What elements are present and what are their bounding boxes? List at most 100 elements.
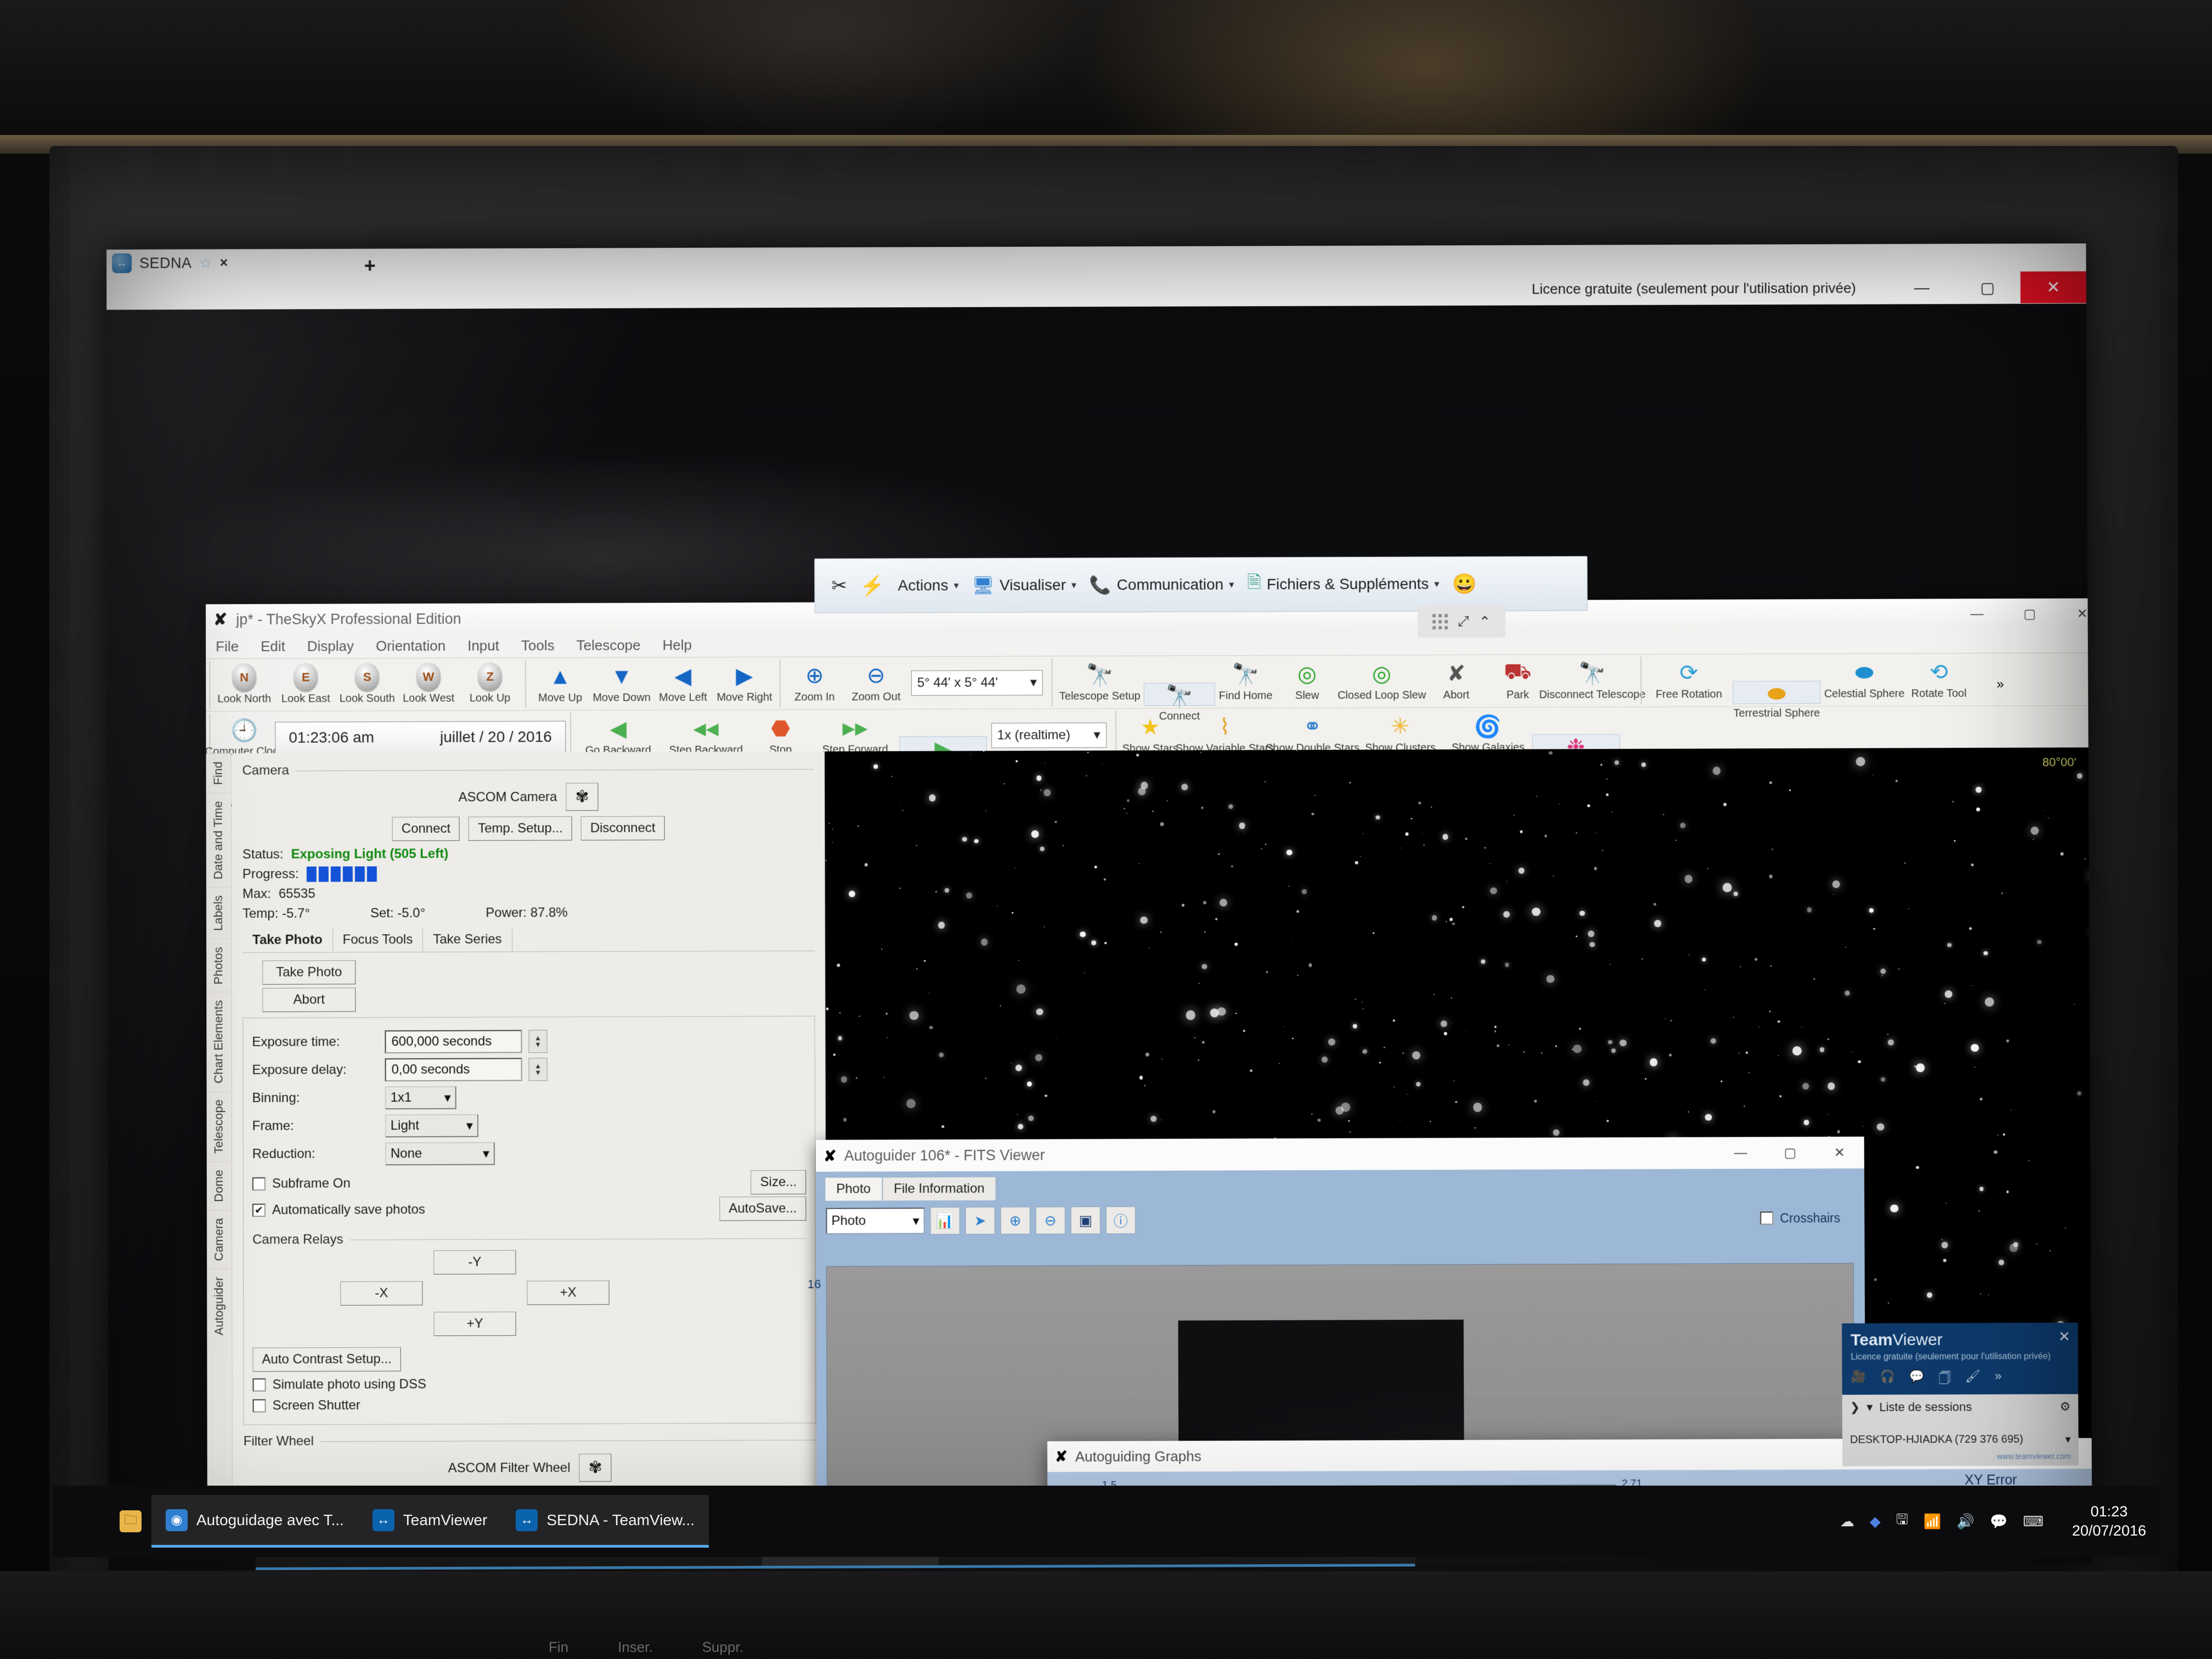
host-taskbar-item[interactable]: ↔ SEDNA - TeamView...	[501, 1495, 709, 1548]
copy-icon[interactable]: 🗍	[1939, 1369, 1951, 1390]
toolbar-terrestrial-sphere[interactable]: ⬬ Terrestrial Sphere	[1733, 681, 1821, 719]
toolbar-move-left[interactable]: ◀ Move Left	[652, 659, 714, 707]
close-button[interactable]: ✕	[2020, 271, 2086, 303]
chevron-down-icon[interactable]: ▾	[2065, 1432, 2070, 1446]
relay-left-button[interactable]: -X	[340, 1281, 423, 1306]
size-button[interactable]: Size...	[751, 1170, 806, 1195]
zoom-out-icon[interactable]: ⊖	[1035, 1206, 1065, 1234]
reduction-select[interactable]: None ▾	[385, 1142, 495, 1166]
maximize-button[interactable]: ▢	[1955, 272, 2021, 303]
info-icon[interactable]: ⓘ	[1105, 1206, 1136, 1234]
chevron-down-icon[interactable]: ▾	[1866, 1400, 1872, 1414]
camera-connect-button[interactable]: Connect	[392, 816, 460, 842]
time-rate-select[interactable]: 1x (realtime) ▾	[991, 722, 1107, 748]
expand-icon[interactable]: ❯	[1850, 1400, 1860, 1414]
abort-button[interactable]: Abort	[262, 988, 356, 1012]
exposure-delay-input[interactable]: 0,00 seconds	[385, 1058, 522, 1082]
folder-icon[interactable]: 🗀	[120, 1510, 142, 1532]
pixinsight-icon[interactable]: ◆	[1870, 1513, 1881, 1530]
camera-disconnect-button[interactable]: Disconnect	[580, 816, 665, 840]
exposure-time-stepper[interactable]: ▲ ▼	[528, 1030, 548, 1053]
close-icon[interactable]: ×	[220, 255, 228, 271]
chat-icon[interactable]: 💬	[1910, 1369, 1925, 1390]
toolbar-free-rotation[interactable]: ⟳ Free Rotation	[1645, 657, 1733, 704]
host-taskbar-item[interactable]: ↔ TeamViewer	[358, 1495, 502, 1548]
toolbar-find-home[interactable]: 🔭 Find Home	[1215, 658, 1276, 706]
frame-select[interactable]: Light ▾	[385, 1114, 478, 1138]
take-photo-button[interactable]: Take Photo	[262, 960, 356, 985]
chart-xy-error[interactable]: 1,510,50-0,5-1-1,51,510,50-0,5-1-1,5-1,5…	[1712, 1472, 2092, 1571]
maximize-button[interactable]: ▢	[2003, 600, 2056, 628]
simulate-dss-checkbox[interactable]: Simulate photo using DSS	[252, 1375, 807, 1392]
exposure-delay-stepper[interactable]: ▲ ▼	[528, 1058, 548, 1081]
sidebar-item-autoguider[interactable]: Autoguider	[207, 1268, 232, 1343]
chat-icon[interactable]: 💬	[1990, 1513, 2007, 1530]
screen-shutter-checkbox[interactable]: Screen Shutter	[252, 1396, 807, 1413]
field-of-view-select[interactable]: 5° 44' x 5° 44' ▾	[911, 669, 1043, 696]
toolbar-look-west[interactable]: W Look West	[398, 661, 459, 708]
relay-right-button[interactable]: +X	[527, 1280, 610, 1305]
gear-icon[interactable]: ✾	[566, 782, 599, 811]
keyboard-icon[interactable]: ⌨	[2023, 1513, 2044, 1530]
menu-edit[interactable]: Edit	[261, 638, 285, 655]
toolbar-rotate-tool[interactable]: ⟲ Rotate Tool	[1908, 656, 1970, 703]
toolbar-zoom-in[interactable]: ⊕ Zoom In	[784, 659, 845, 707]
close-button[interactable]: ✕	[1815, 1138, 1864, 1167]
session-entry[interactable]: DESKTOP-HJIADKA (729 376 695)	[1850, 1434, 2023, 1447]
relay-down-button[interactable]: +Y	[433, 1311, 516, 1336]
gear-icon[interactable]: ✾	[579, 1453, 612, 1482]
clock-display[interactable]: 01:23:06 am juillet / 20 / 2016	[275, 720, 566, 754]
menu-telescope[interactable]: Telescope	[577, 637, 641, 654]
minimize-button[interactable]: —	[1950, 600, 2003, 628]
display-mode-select[interactable]: Photo ▾	[826, 1207, 925, 1234]
histogram-icon[interactable]: 📊	[930, 1207, 960, 1235]
sidebar-item-find[interactable]: Find	[206, 753, 230, 793]
host-taskbar-item[interactable]: ◉ Autoguidage avec T...	[151, 1495, 358, 1548]
toolbar-look-east[interactable]: E Look East	[275, 661, 336, 709]
new-tab-icon[interactable]: +	[364, 254, 376, 277]
collapse-icon[interactable]: ⌃	[1479, 613, 1491, 630]
toolbar-zoom-out[interactable]: ⊖ Zoom Out	[845, 659, 907, 707]
fit-icon[interactable]: ▣	[1070, 1206, 1101, 1234]
binning-select[interactable]: 1x1 ▾	[385, 1086, 456, 1110]
drag-handle-icon[interactable]	[1432, 614, 1448, 630]
more-icon[interactable]: »	[1995, 1369, 2001, 1390]
toolbar-disconnect-telescope[interactable]: 🔭 Disconnect Telescope	[1539, 657, 1645, 704]
star-icon[interactable]: ☆	[199, 255, 212, 272]
tab-file-information[interactable]: File Information	[882, 1176, 996, 1201]
fits-titlebar[interactable]: ✘ Autoguider 106* - FITS Viewer — ▢ ✕	[816, 1136, 1865, 1172]
toolbar-look-north[interactable]: N Look North	[213, 661, 275, 709]
menu-display[interactable]: Display	[307, 637, 354, 654]
menu-tools[interactable]: Tools	[521, 637, 555, 654]
autosave-checkbox[interactable]: ✔ Automatically save photos	[252, 1202, 425, 1218]
toolbar-move-up[interactable]: ▲ Move Up	[529, 660, 591, 708]
start-button[interactable]	[66, 1486, 110, 1557]
minimize-button[interactable]: —	[1716, 1138, 1765, 1167]
toolbar-look-south[interactable]: S Look South	[336, 661, 398, 708]
cloud-icon[interactable]: ☁	[1840, 1513, 1854, 1530]
tab-focus-tools[interactable]: Focus Tools	[332, 928, 424, 952]
wifi-icon[interactable]: 📶	[1923, 1513, 1941, 1530]
menu-help[interactable]: Help	[663, 637, 692, 654]
sidebar-item-chart-elements[interactable]: Chart Elements	[206, 992, 231, 1092]
brush-icon[interactable]: 🖌	[1965, 1369, 1980, 1390]
tv-menu-visualiser[interactable]: 🖥 Visualiser ▾	[967, 571, 1081, 599]
menu-file[interactable]: File	[216, 638, 239, 655]
close-button[interactable]: ✕	[2056, 599, 2092, 628]
sidebar-item-dome[interactable]: Dome	[206, 1161, 231, 1210]
video-icon[interactable]: 🎥	[1851, 1369, 1866, 1390]
tab-take-series[interactable]: Take Series	[423, 928, 512, 952]
toolbar-celestial-sphere[interactable]: ⬬ Celestial Sphere	[1820, 656, 1908, 704]
scissors-lock-icon[interactable]: ✂	[827, 572, 851, 600]
expand-icon[interactable]: ⤢	[1458, 613, 1469, 630]
teamviewer-session-tab[interactable]: SEDNA ☆ ×	[106, 249, 342, 277]
sidebar-item-photos[interactable]: Photos	[206, 938, 231, 992]
menu-orientation[interactable]: Orientation	[376, 637, 445, 654]
exposure-time-input[interactable]: 600,000 seconds	[385, 1030, 522, 1054]
auto-contrast-setup-button[interactable]: Auto Contrast Setup...	[252, 1347, 401, 1372]
chart-x-error[interactable]: 1,510,50-0,5-1-1,52,711,810,900,00-0,90-…	[1063, 1476, 1688, 1571]
close-icon[interactable]: ✕	[2058, 1328, 2070, 1345]
tab-photo[interactable]: Photo	[825, 1177, 883, 1201]
toolbar-overflow[interactable]: »	[1970, 668, 2031, 703]
crosshairs-checkbox[interactable]	[1760, 1211, 1774, 1225]
